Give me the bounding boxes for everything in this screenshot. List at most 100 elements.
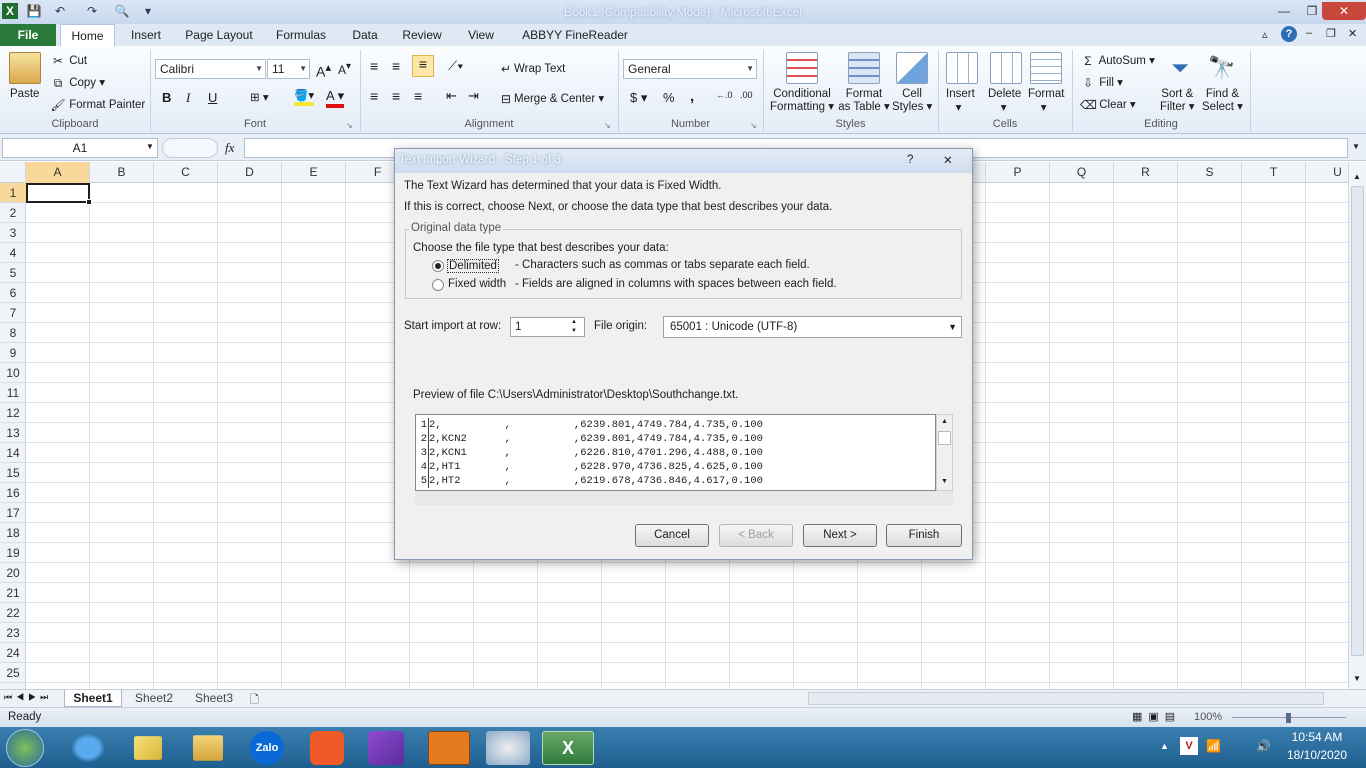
format-as-table-button[interactable]: Format as Table ▾: [838, 88, 890, 114]
cancel-button[interactable]: Cancel: [635, 524, 709, 547]
fixed-width-radio[interactable]: [432, 279, 444, 291]
align-right-icon[interactable]: ≡: [414, 88, 422, 104]
fill-button[interactable]: ⇩ Fill ▾: [1080, 75, 1123, 91]
preview-vertical-scrollbar[interactable]: ▲ ▼: [936, 414, 953, 491]
scroll-thumb[interactable]: [938, 431, 951, 445]
excel-taskbar-icon[interactable]: X: [542, 731, 594, 765]
row-header[interactable]: 2: [0, 203, 26, 223]
font-name-combo[interactable]: Calibri ▼: [155, 59, 266, 79]
expand-formula-bar-icon[interactable]: ▼: [1352, 142, 1360, 151]
help-icon[interactable]: ?: [1281, 26, 1297, 42]
brave-browser-icon[interactable]: [310, 731, 344, 765]
scroll-up-icon[interactable]: ▲: [1353, 172, 1361, 181]
column-header[interactable]: P: [986, 162, 1050, 183]
tab-formulas[interactable]: Formulas: [270, 24, 332, 46]
format-as-table-icon[interactable]: [848, 52, 880, 84]
decrease-decimal-icon[interactable]: .00: [740, 90, 753, 100]
tab-page-layout[interactable]: Page Layout: [180, 24, 258, 46]
column-header[interactable]: Q: [1050, 162, 1114, 183]
scroll-down-icon[interactable]: ▼: [941, 478, 948, 485]
column-header[interactable]: B: [90, 162, 154, 183]
merge-center-button[interactable]: ⊟ Merge & Center ▾: [498, 91, 604, 107]
row-header[interactable]: 21: [0, 583, 26, 603]
tab-home[interactable]: Home: [60, 24, 115, 47]
vertical-scrollbar[interactable]: ▲ ▼: [1348, 162, 1366, 689]
sticky-notes-icon[interactable]: [134, 736, 162, 760]
close-window-icon[interactable]: ✕: [1322, 2, 1366, 20]
insert-function-icon[interactable]: fx: [225, 140, 234, 156]
tray-expand-icon[interactable]: ▲: [1160, 741, 1169, 751]
cell-styles-icon[interactable]: [896, 52, 928, 84]
sheet-tab-1[interactable]: Sheet1: [64, 690, 122, 707]
tab-review[interactable]: Review: [398, 24, 446, 46]
delete-button[interactable]: Delete ▾: [988, 88, 1021, 114]
scroll-down-icon[interactable]: ▼: [1353, 674, 1361, 683]
wb-close-icon[interactable]: ✕: [1348, 27, 1357, 40]
row-header[interactable]: 10: [0, 363, 26, 383]
align-left-icon[interactable]: ≡: [370, 88, 378, 104]
row-header[interactable]: 15: [0, 463, 26, 483]
row-header[interactable]: 12: [0, 403, 26, 423]
tab-data[interactable]: Data: [346, 24, 384, 46]
wrap-text-button[interactable]: ↵ Wrap Text: [498, 61, 565, 77]
active-cell[interactable]: [26, 183, 92, 205]
dialog-launcher-icon[interactable]: ↘: [750, 121, 757, 130]
row-header[interactable]: 7: [0, 303, 26, 323]
zalo-icon[interactable]: Zalo: [250, 731, 284, 765]
file-explorer-icon[interactable]: [193, 735, 223, 761]
underline-button[interactable]: U: [208, 90, 217, 105]
copy-button[interactable]: ⧉ Copy ▾: [50, 75, 105, 91]
orientation-icon[interactable]: ⟋▾: [448, 58, 463, 74]
sort-filter-icon[interactable]: ⏷: [1164, 52, 1196, 84]
paste-button[interactable]: Paste: [10, 88, 39, 100]
dropdown-arrow-icon[interactable]: ▼: [948, 317, 957, 337]
row-header[interactable]: 18: [0, 523, 26, 543]
sheet-tab-2[interactable]: Sheet2: [126, 690, 182, 707]
paint-icon[interactable]: [486, 731, 530, 765]
italic-button[interactable]: I: [186, 90, 190, 106]
borders-icon[interactable]: ⊞ ▾: [250, 90, 269, 104]
name-box[interactable]: A1: [2, 138, 158, 158]
row-header[interactable]: 23: [0, 623, 26, 643]
conditional-formatting-icon[interactable]: [786, 52, 818, 84]
row-header[interactable]: 13: [0, 423, 26, 443]
volume-icon[interactable]: 🔊: [1256, 739, 1271, 753]
file-origin-select[interactable]: 65001 : Unicode (UTF-8) ▼: [663, 316, 962, 338]
sheet-tab-3[interactable]: Sheet3: [186, 690, 242, 707]
font-color-icon[interactable]: A ▾: [326, 88, 345, 108]
autosum-button[interactable]: Σ AutoSum ▾: [1080, 53, 1155, 69]
row-header[interactable]: 1: [0, 183, 26, 203]
decrease-indent-icon[interactable]: ⇤: [446, 88, 457, 104]
tab-abbyy[interactable]: ABBYY FineReader 12: [516, 24, 634, 64]
row-header[interactable]: 24: [0, 643, 26, 663]
minimize-icon[interactable]: —: [1270, 2, 1298, 20]
tab-file[interactable]: File: [0, 24, 56, 46]
name-box-dropdown-icon[interactable]: ▼: [146, 142, 154, 151]
delete-cells-icon[interactable]: [990, 52, 1022, 84]
align-center-icon[interactable]: ≡: [392, 88, 400, 104]
bold-button[interactable]: B: [162, 90, 171, 105]
clear-button[interactable]: ⌫ Clear ▾: [1080, 97, 1136, 113]
wb-minimize-icon[interactable]: –: [1306, 27, 1312, 39]
find-select-button[interactable]: Find & Select ▾: [1202, 88, 1243, 114]
row-header[interactable]: 9: [0, 343, 26, 363]
finish-button[interactable]: Finish: [886, 524, 962, 547]
zoom-thumb[interactable]: [1286, 713, 1291, 723]
view-mode-icons[interactable]: ▦▣▤: [1132, 710, 1181, 723]
column-header[interactable]: A: [26, 162, 90, 183]
currency-button[interactable]: $ ▾: [630, 90, 647, 106]
visual-studio-icon[interactable]: [368, 731, 404, 765]
format-button[interactable]: Format ▾: [1028, 88, 1064, 114]
row-header[interactable]: 5: [0, 263, 26, 283]
file-preview[interactable]: 1 2, , ,6239.801,4749.784,4.735,0.100 2 2,…: [415, 414, 936, 491]
next-button[interactable]: Next >: [803, 524, 877, 547]
conditional-formatting-button[interactable]: Conditional Formatting ▾: [770, 88, 834, 114]
font-size-combo[interactable]: 11 ▼: [267, 59, 310, 79]
start-button-icon[interactable]: [6, 729, 44, 767]
app-icon[interactable]: [428, 731, 470, 765]
column-header[interactable]: R: [1114, 162, 1178, 183]
row-header[interactable]: 3: [0, 223, 26, 243]
bottom-align-icon[interactable]: ≡: [412, 55, 434, 77]
dialog-launcher-icon[interactable]: ↘: [604, 121, 611, 130]
increase-decimal-icon[interactable]: ←.0: [716, 90, 733, 100]
